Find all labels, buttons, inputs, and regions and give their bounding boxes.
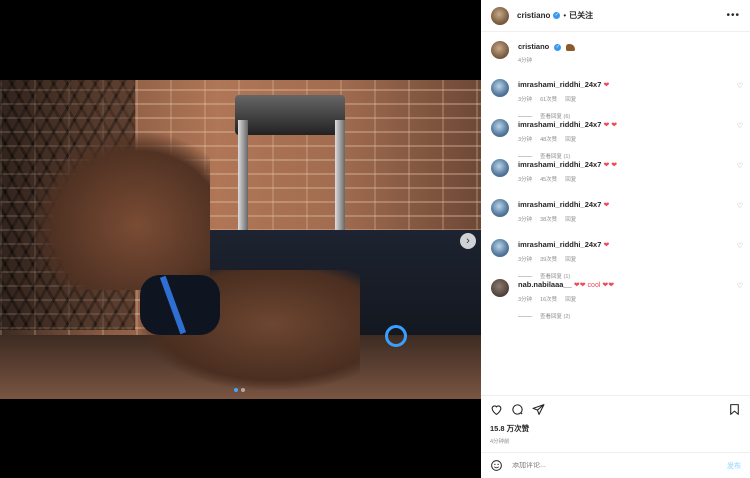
post-photo[interactable]: [0, 80, 481, 399]
comment-text: ❤: [603, 242, 610, 249]
post-comment-button[interactable]: 发布: [727, 461, 741, 471]
athlete-shorts: [140, 275, 220, 335]
likes-count[interactable]: 15.8 万次赞: [490, 423, 741, 434]
like-heart-icon[interactable]: [490, 403, 503, 416]
comment-icon[interactable]: [511, 403, 524, 416]
comment-text: ❤ ❤: [603, 122, 618, 129]
comment-username[interactable]: imrashami_riddhi_24x7: [518, 240, 601, 249]
avatar[interactable]: [491, 41, 509, 59]
comment-username[interactable]: imrashami_riddhi_24x7: [518, 200, 601, 209]
comment-likes[interactable]: 16次赞: [540, 295, 557, 303]
comment-username[interactable]: imrashami_riddhi_24x7: [518, 120, 601, 129]
comment-likes[interactable]: 48次赞: [540, 135, 557, 143]
share-icon[interactable]: [532, 403, 545, 416]
add-comment-bar: 发布: [481, 452, 750, 478]
avatar[interactable]: [491, 79, 509, 97]
comment-item: nab.nabilaaa__ ❤❤ cool ❤❤ 3分钟 16次赞 回复 查看…: [481, 279, 750, 320]
comment-username[interactable]: imrashami_riddhi_24x7: [518, 160, 601, 169]
heart-icon[interactable]: ♡: [737, 202, 743, 210]
comment-likes[interactable]: 38次赞: [540, 215, 557, 223]
post-time: 4分钟前: [490, 439, 510, 445]
bookmark-icon[interactable]: [728, 403, 741, 416]
emoji-icon[interactable]: [490, 459, 503, 472]
avatar[interactable]: [491, 279, 509, 297]
heart-icon[interactable]: ♡: [737, 82, 743, 90]
comment-item: imrashami_riddhi_24x7 ❤ ❤ 3分钟 45次赞 回复 ♡: [481, 159, 750, 199]
comment-likes[interactable]: 61次赞: [540, 95, 557, 103]
view-replies-label: 查看回复 (2): [540, 314, 571, 320]
more-options-icon[interactable]: •••: [726, 10, 740, 21]
post-header: cristiano ✓ • 已关注 •••: [481, 0, 750, 32]
comment-text: ❤ ❤: [603, 162, 618, 169]
comment-item: imrashami_riddhi_24x7 ❤ 3分钟 61次赞 回复 查看回复…: [481, 79, 750, 120]
comment-time: 3分钟: [518, 177, 533, 183]
comment-text: ❤❤ cool ❤❤: [573, 282, 615, 289]
reply-button[interactable]: 回复: [565, 175, 576, 183]
media-viewer: ›: [0, 0, 481, 478]
carousel-dot: [234, 388, 238, 392]
caption-time: 4分钟: [518, 58, 533, 64]
post-modal: › cristiano ✓ • 已关注 ••• cristiano ✓ 4分钟 …: [0, 0, 750, 478]
replies-divider: [518, 275, 532, 277]
carousel-next-button[interactable]: ›: [460, 233, 476, 249]
caption-username[interactable]: cristiano: [518, 42, 549, 51]
verified-icon: ✓: [554, 43, 562, 51]
avatar[interactable]: [491, 119, 509, 137]
comment-username[interactable]: nab.nabilaaa__: [518, 280, 572, 289]
reply-button[interactable]: 回复: [565, 135, 576, 143]
comment-text: ❤: [603, 202, 610, 209]
post-sidebar: cristiano ✓ • 已关注 ••• cristiano ✓ 4分钟 im…: [481, 0, 750, 478]
comment-likes[interactable]: 45次赞: [540, 175, 557, 183]
post-actions: 15.8 万次赞 4分钟前: [481, 395, 750, 445]
comment-item: imrashami_riddhi_24x7 ❤ ❤ 3分钟 48次赞 回复 查看…: [481, 119, 750, 160]
post-caption: cristiano ✓ 4分钟: [481, 33, 750, 79]
heart-icon[interactable]: ♡: [737, 162, 743, 170]
avatar[interactable]: [491, 239, 509, 257]
follow-status-button[interactable]: 已关注: [569, 10, 593, 21]
gym-rack-bar: [235, 95, 345, 135]
replies-divider: [518, 315, 532, 317]
pad-logo: [385, 325, 407, 347]
chevron-right-icon: ›: [466, 235, 470, 247]
replies-divider: [518, 115, 532, 117]
comment-input[interactable]: [512, 462, 712, 469]
header-username[interactable]: cristiano: [517, 11, 550, 20]
verified-icon: ✓: [553, 12, 561, 19]
comment-likes[interactable]: 39次赞: [540, 255, 557, 263]
comments-list[interactable]: cristiano ✓ 4分钟 imrashami_riddhi_24x7 ❤: [481, 33, 750, 395]
comment-time: 3分钟: [518, 257, 533, 263]
separator-dot: •: [563, 11, 567, 20]
comment-time: 3分钟: [518, 137, 533, 143]
carousel-dots: [234, 388, 245, 392]
heart-icon[interactable]: ♡: [737, 122, 743, 130]
comment-item: imrashami_riddhi_24x7 ❤ 3分钟 39次赞 回复 查看回复…: [481, 239, 750, 280]
carousel-dot: [241, 388, 245, 392]
replies-divider: [518, 155, 532, 157]
avatar[interactable]: [491, 159, 509, 177]
reply-button[interactable]: 回复: [565, 215, 576, 223]
athlete-legs: [30, 130, 210, 290]
reply-button[interactable]: 回复: [565, 255, 576, 263]
heart-icon[interactable]: ♡: [737, 282, 743, 290]
comment-item: imrashami_riddhi_24x7 ❤ 3分钟 38次赞 回复 ♡: [481, 199, 750, 239]
comment-time: 3分钟: [518, 97, 533, 103]
avatar[interactable]: [491, 199, 509, 217]
comment-username[interactable]: imrashami_riddhi_24x7: [518, 80, 601, 89]
comment-text: ❤: [603, 82, 610, 89]
view-replies-button[interactable]: 查看回复 (2): [518, 312, 614, 320]
comment-time: 3分钟: [518, 297, 533, 303]
flexed-biceps-icon: [566, 43, 576, 51]
avatar[interactable]: [491, 6, 509, 25]
comment-time: 3分钟: [518, 217, 533, 223]
reply-button[interactable]: 回复: [565, 295, 576, 303]
reply-button[interactable]: 回复: [565, 95, 576, 103]
heart-icon[interactable]: ♡: [737, 242, 743, 250]
